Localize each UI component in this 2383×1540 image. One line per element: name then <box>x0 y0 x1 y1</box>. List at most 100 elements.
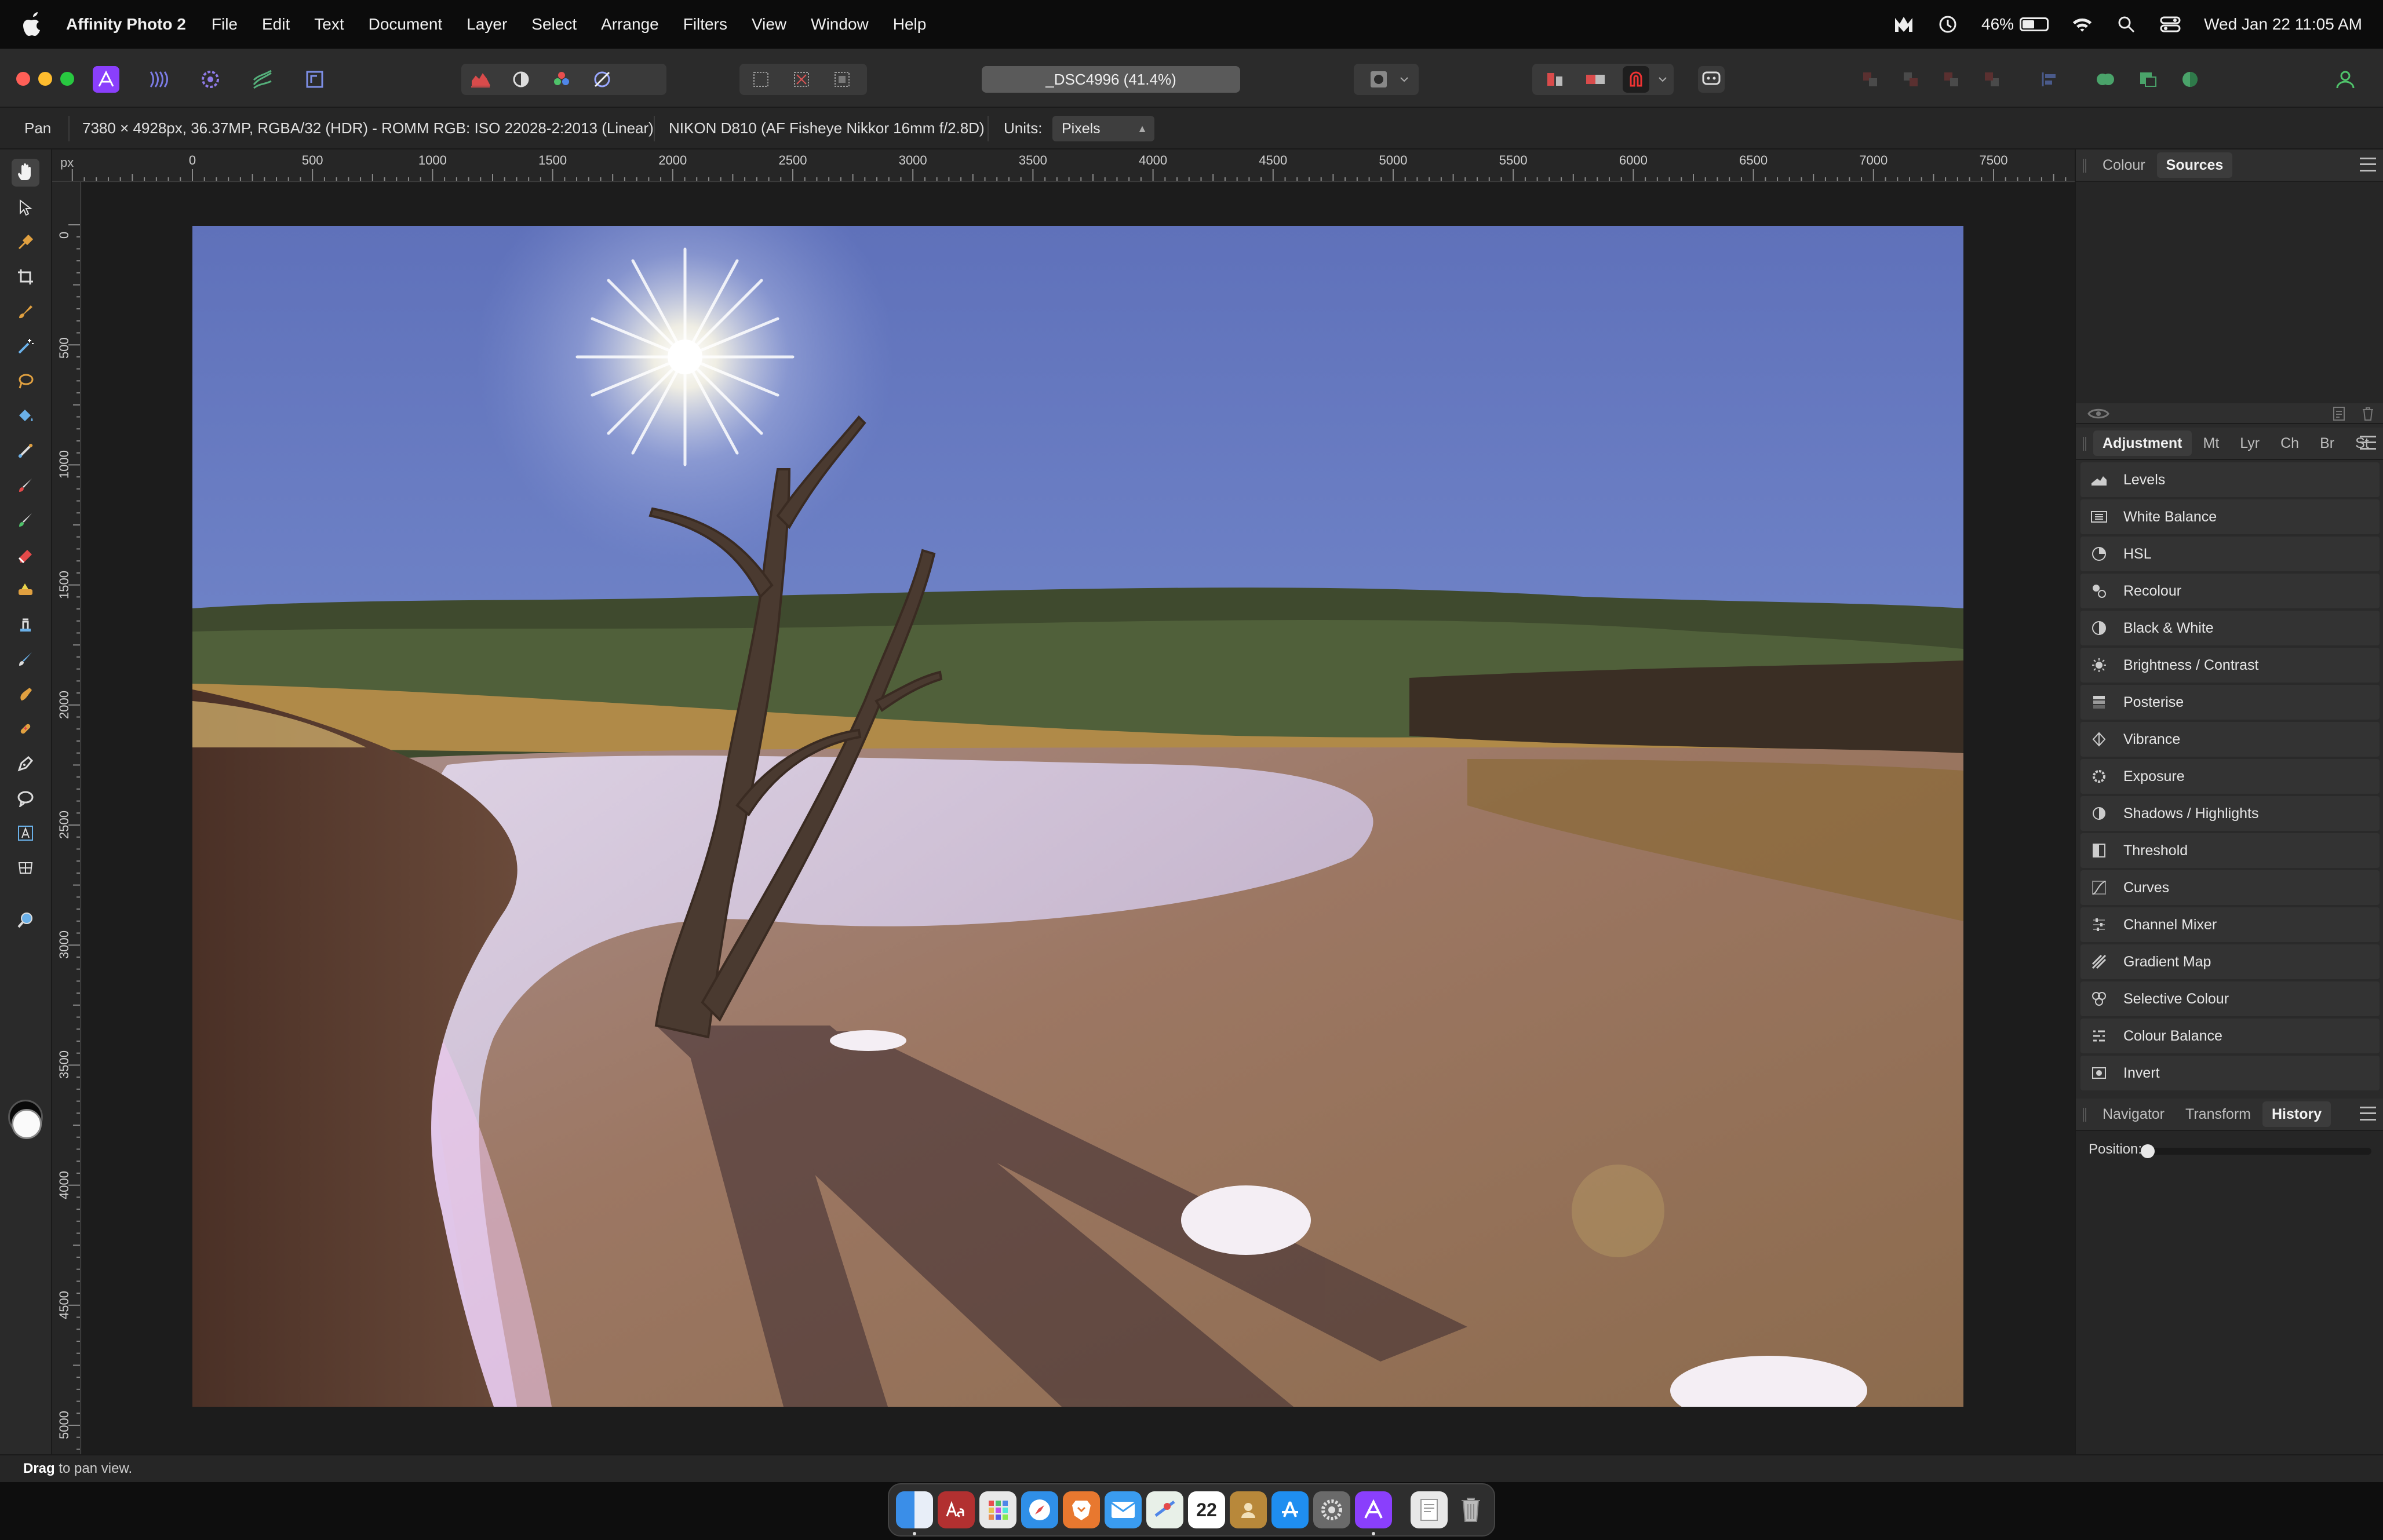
adjustment-item-channel-mixer[interactable]: Channel Mixer <box>2080 907 2380 942</box>
adjustment-item-vibrance[interactable]: Vibrance <box>2080 722 2380 757</box>
status-app-icon[interactable] <box>1893 14 1914 35</box>
move-back-icon[interactable] <box>1897 66 1924 93</box>
panel-menu-icon[interactable] <box>2360 436 2376 450</box>
auto-contrast-icon[interactable] <box>508 66 534 93</box>
adjustment-item-threshold[interactable]: Threshold <box>2080 833 2380 868</box>
histogram-icon[interactable] <box>467 66 494 93</box>
tab-ch[interactable]: Ch <box>2271 430 2308 456</box>
battery-indicator[interactable]: 46% <box>1981 15 2049 34</box>
assistant-icon[interactable] <box>1582 66 1609 93</box>
tab-history[interactable]: History <box>2262 1101 2331 1127</box>
mail-icon[interactable] <box>1105 1491 1142 1528</box>
adjustment-item-invert[interactable]: Invert <box>2080 1056 2380 1090</box>
app-name-menu[interactable]: Affinity Photo 2 <box>66 15 186 34</box>
paint-brush-icon[interactable] <box>12 472 39 499</box>
colour-picker-icon[interactable] <box>12 228 39 256</box>
selection-brush-icon[interactable] <box>12 298 39 326</box>
quick-mask-icon[interactable] <box>1365 66 1392 93</box>
intersect-boolean-icon[interactable] <box>2177 66 2203 93</box>
trash-icon[interactable] <box>1452 1491 1489 1528</box>
panel-grip-icon[interactable] <box>2083 1108 2086 1122</box>
adjustment-item-gradient-map[interactable]: Gradient Map <box>2080 944 2380 979</box>
gradient-tool-icon[interactable] <box>12 437 39 465</box>
wifi-icon[interactable] <box>2072 14 2093 35</box>
tab-adjustment[interactable]: Adjustment <box>2093 430 2192 456</box>
adjustment-item-curves[interactable]: Curves <box>2080 870 2380 905</box>
calendar-icon[interactable]: 22 <box>1188 1491 1225 1528</box>
menu-text[interactable]: Text <box>314 15 344 34</box>
tab-navigator[interactable]: Navigator <box>2093 1101 2174 1127</box>
control-center-icon[interactable] <box>2160 14 2181 35</box>
flood-fill-icon[interactable] <box>12 402 39 430</box>
panel-menu-icon[interactable] <box>2360 1107 2376 1121</box>
user-account-icon[interactable] <box>2332 66 2359 93</box>
crop-tool-icon[interactable] <box>12 263 39 291</box>
menu-layer[interactable]: Layer <box>467 15 507 34</box>
adjustment-item-recolour[interactable]: Recolour <box>2080 574 2380 608</box>
align-icon[interactable] <box>1542 66 1568 93</box>
history-slider-knob[interactable] <box>2141 1144 2155 1158</box>
view-tool-hand-icon[interactable] <box>12 159 39 187</box>
units-select[interactable]: Pixels ▲ <box>1052 116 1154 141</box>
secondary-colour-swatch[interactable] <box>12 1109 42 1139</box>
eye-icon[interactable] <box>2087 407 2109 421</box>
adjustment-item-exposure[interactable]: Exposure <box>2080 759 2380 794</box>
erase-brush-icon[interactable] <box>12 541 39 569</box>
menu-document[interactable]: Document <box>369 15 443 34</box>
add-boolean-icon[interactable] <box>2092 66 2119 93</box>
tone-mapping-persona-icon[interactable] <box>249 66 276 93</box>
menu-file[interactable]: File <box>212 15 238 34</box>
snapping-magnet-icon[interactable] <box>1623 66 1649 93</box>
snapping-dropdown-icon[interactable] <box>1655 66 1670 93</box>
artistic-text-icon[interactable] <box>12 819 39 847</box>
spotlight-search-icon[interactable] <box>2116 14 2137 35</box>
mesh-warp-icon[interactable] <box>12 854 39 882</box>
subtract-boolean-icon[interactable] <box>2135 66 2162 93</box>
window-minimize-button[interactable] <box>38 72 52 86</box>
menu-edit[interactable]: Edit <box>262 15 290 34</box>
contacts-icon[interactable] <box>1230 1491 1267 1528</box>
adjustment-item-brightness-contrast[interactable]: Brightness / Contrast <box>2080 648 2380 683</box>
colour-replacement-icon[interactable] <box>12 506 39 534</box>
magic-wand-icon[interactable] <box>12 333 39 360</box>
freehand-selection-icon[interactable] <box>12 367 39 395</box>
panel-grip-icon[interactable] <box>2083 437 2086 451</box>
clone-brush-icon[interactable] <box>12 611 39 638</box>
zoom-tool-icon[interactable] <box>12 906 39 934</box>
window-close-button[interactable] <box>16 72 30 86</box>
select-all-icon[interactable] <box>748 66 774 93</box>
vertical-ruler[interactable]: 0 500 1000 1500 2000 2500 3000 3500 4000 4500 5000 <box>52 182 81 1454</box>
dictionary-icon[interactable] <box>938 1491 975 1528</box>
adjustment-item-selective-colour[interactable]: Selective Colour <box>2080 981 2380 1016</box>
document-stack-icon[interactable] <box>1411 1491 1448 1528</box>
menubar-clock[interactable]: Wed Jan 22 11:05 AM <box>2204 15 2362 34</box>
preview-mode-icon[interactable] <box>1698 66 1725 93</box>
move-to-front-icon[interactable] <box>1978 66 2005 93</box>
menu-select[interactable]: Select <box>531 15 577 34</box>
time-machine-icon[interactable] <box>1937 14 1958 35</box>
tab-lyr[interactable]: Lyr <box>2231 430 2269 456</box>
canvas-area[interactable] <box>82 183 2075 1454</box>
auto-colour-icon[interactable] <box>548 66 575 93</box>
quick-mask-dropdown-icon[interactable] <box>1397 66 1412 93</box>
delete-source-icon[interactable] <box>2360 406 2376 422</box>
photo-persona-icon[interactable] <box>93 66 119 93</box>
apple-logo-icon[interactable] <box>21 12 44 37</box>
adjustment-item-white-balance[interactable]: White Balance <box>2080 499 2380 534</box>
menu-arrange[interactable]: Arrange <box>601 15 659 34</box>
invert-selection-icon[interactable] <box>829 66 855 93</box>
horizontal-ruler[interactable]: 0 500 1000 1500 2000 2500 3000 3500 4000 4500 5000… <box>52 149 2075 182</box>
blur-brush-icon[interactable] <box>12 645 39 673</box>
app-store-icon[interactable] <box>1271 1491 1309 1528</box>
align-objects-icon[interactable] <box>2036 66 2063 93</box>
move-forward-icon[interactable] <box>1938 66 1965 93</box>
pen-tool-icon[interactable] <box>12 750 39 778</box>
deselect-icon[interactable] <box>788 66 815 93</box>
tab-transform[interactable]: Transform <box>2176 1101 2260 1127</box>
move-to-back-icon[interactable] <box>1857 66 1883 93</box>
healing-brush-icon[interactable] <box>12 715 39 743</box>
menu-view[interactable]: View <box>752 15 786 34</box>
smudge-brush-icon[interactable] <box>12 680 39 708</box>
window-zoom-button[interactable] <box>60 72 74 86</box>
adjustment-item-levels[interactable]: Levels <box>2080 462 2380 497</box>
